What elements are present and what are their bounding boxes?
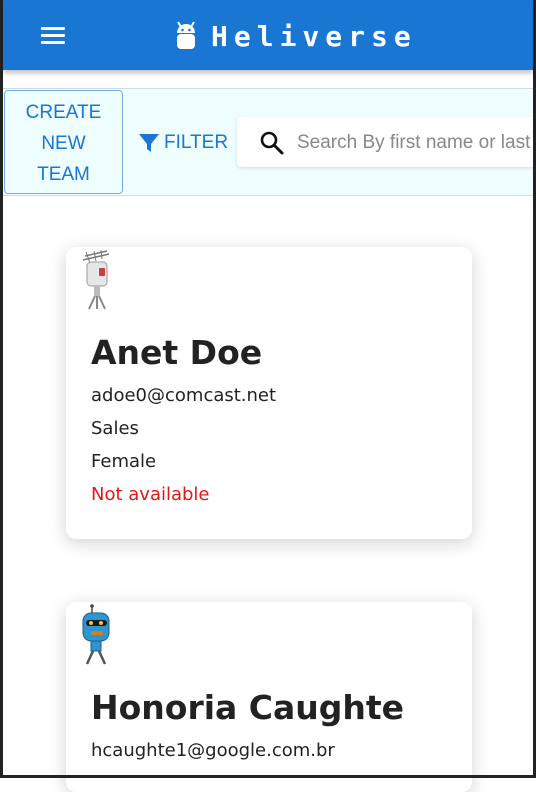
- user-card[interactable]: Anet Doe adoe0@comcast.net Sales Female …: [66, 247, 472, 539]
- filter-button[interactable]: FILTER: [138, 131, 228, 155]
- search-box[interactable]: [237, 117, 536, 167]
- app-bar: Heliverse: [3, 0, 533, 70]
- menu-icon: [41, 27, 65, 30]
- create-team-label-line1: CREATE: [25, 102, 102, 123]
- user-email: adoe0@comcast.net: [91, 385, 277, 406]
- robot-avatar: [82, 249, 110, 310]
- create-team-label-line3: TEAM: [37, 164, 90, 185]
- user-domain: Sales: [91, 418, 139, 439]
- search-input[interactable]: [295, 127, 536, 159]
- user-gender: Female: [91, 451, 157, 472]
- user-name: Anet Doe: [91, 333, 263, 372]
- filter-label: FILTER: [164, 132, 229, 153]
- robot-avatar: [82, 604, 110, 665]
- create-team-label-line2: NEW: [41, 133, 86, 154]
- user-card[interactable]: Honoria Caughte hcaughte1@google.com.br: [66, 602, 472, 792]
- menu-button[interactable]: [38, 22, 74, 50]
- create-new-team-button[interactable]: CREATE NEW TEAM: [4, 90, 123, 194]
- android-icon: [177, 21, 195, 49]
- brand: Heliverse: [175, 18, 417, 54]
- filter-icon: [139, 134, 159, 152]
- team-toolbar: CREATE NEW TEAM FILTER: [3, 88, 536, 196]
- app-title: Heliverse: [211, 19, 417, 53]
- user-email: hcaughte1@google.com.br: [91, 740, 335, 761]
- user-name: Honoria Caughte: [91, 688, 405, 727]
- search-icon: [260, 131, 284, 155]
- user-availability: Not available: [91, 484, 210, 505]
